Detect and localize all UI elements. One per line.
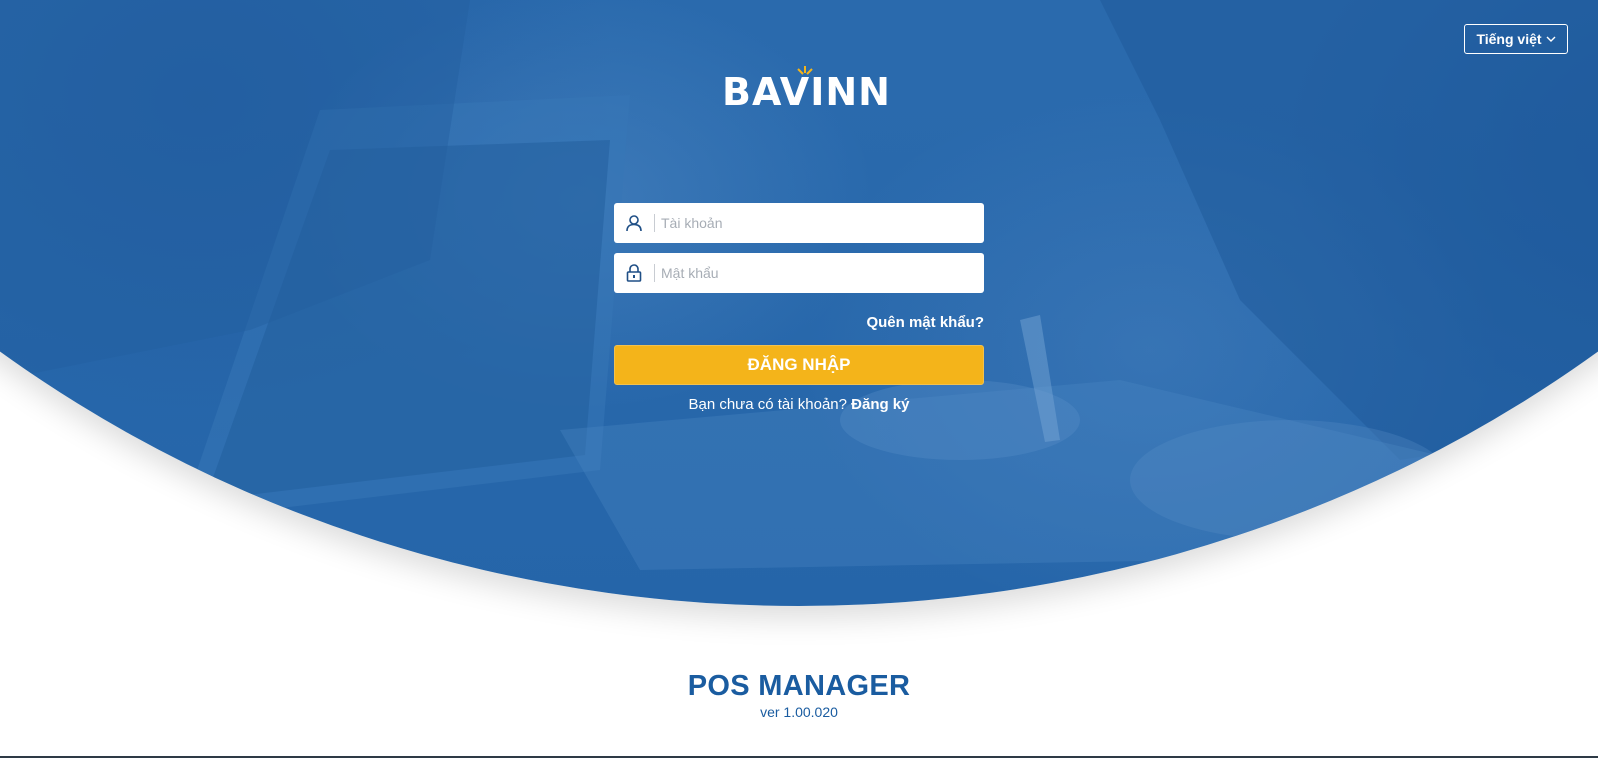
user-icon <box>614 203 654 243</box>
app-version: ver 1.00.020 <box>760 704 838 720</box>
password-input[interactable] <box>655 254 984 292</box>
app-title: POS MANAGER <box>687 670 911 702</box>
username-field <box>614 203 984 243</box>
forgot-password-link[interactable]: Quên mật khẩu? <box>866 314 984 331</box>
password-field <box>614 253 984 293</box>
no-account-text: Bạn chưa có tài khoản? <box>688 396 847 413</box>
username-input[interactable] <box>655 204 984 242</box>
language-selector[interactable]: Tiếng việt <box>1464 24 1568 54</box>
login-button[interactable]: ĐĂNG NHẬP <box>614 345 984 385</box>
language-label: Tiếng việt <box>1476 31 1542 47</box>
chevron-down-icon <box>1546 36 1556 42</box>
register-link[interactable]: Đăng ký <box>851 396 909 413</box>
login-page: Tiếng việt BAVINN Tài khoản Quên mật khẩ… <box>0 0 1598 758</box>
bavinn-logo: BAVINN <box>722 64 890 114</box>
logo-text: BAVINN <box>722 70 891 114</box>
signup-prompt: Bạn chưa có tài khoản? Đăng ký <box>614 396 984 413</box>
lock-icon <box>614 253 654 293</box>
